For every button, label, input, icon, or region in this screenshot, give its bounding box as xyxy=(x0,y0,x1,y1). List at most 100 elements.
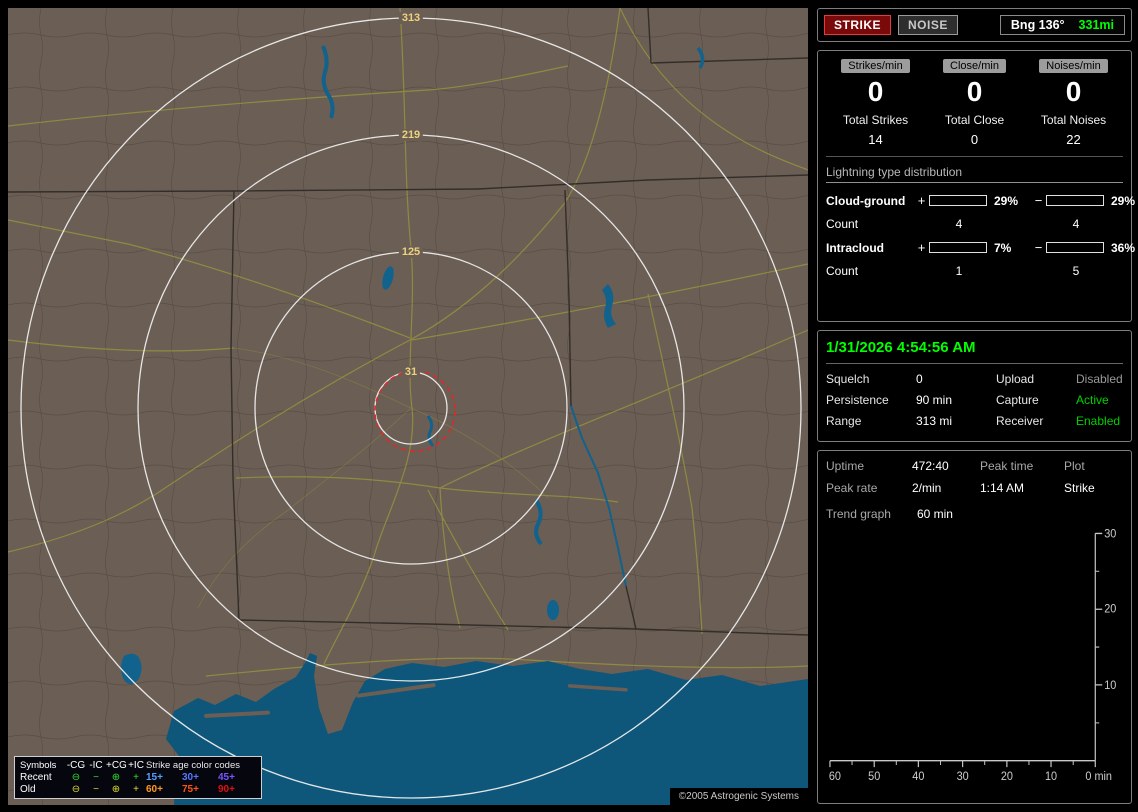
x-axis-end-label: 0 min xyxy=(1085,771,1112,783)
intracloud-label: Intracloud xyxy=(826,240,885,255)
age-code: 90+ xyxy=(218,783,235,795)
range-ring-label: 31 xyxy=(401,366,421,378)
plot-value: Strike xyxy=(1064,481,1095,495)
close-per-min-value: 0 xyxy=(966,76,983,107)
distribution-title: Lightning type distribution xyxy=(826,165,1123,183)
close-rate-column: Close/min 0 Total Close 0 xyxy=(925,59,1024,147)
y-tick-label: 30 xyxy=(1104,528,1116,540)
neg-ic-icon: − xyxy=(93,771,99,783)
x-tick-label: 50 xyxy=(868,771,880,783)
total-noises-label: Total Noises xyxy=(1040,113,1107,127)
range-ring-label: 125 xyxy=(398,246,424,258)
range-ring-label: 313 xyxy=(398,12,424,24)
trend-graph-window: 60 min xyxy=(916,507,953,521)
settings-grid: Squelch 0 Upload Disabled Persistence 90… xyxy=(826,372,1123,428)
cg-positive-bar xyxy=(929,195,987,206)
count-label: Count xyxy=(826,217,859,231)
sidebar: STRIKE NOISE Bng 136° 331mi Strikes/min … xyxy=(813,0,1138,812)
upload-label: Upload xyxy=(996,372,1035,386)
plot-label: Plot xyxy=(1064,459,1085,473)
bearing-readout: Bng 136° 331mi xyxy=(999,15,1125,35)
count-label: Count xyxy=(826,264,859,278)
squelch-label: Squelch xyxy=(826,372,870,386)
map-legend: Symbols -CG -IC +CG +IC Strike age color… xyxy=(14,756,262,799)
total-strikes-value: 14 xyxy=(868,132,883,147)
trend-graph-header: Trend graph 60 min xyxy=(826,507,1123,521)
y-minor-ticks xyxy=(1095,570,1100,724)
chart-axes xyxy=(829,533,1096,762)
rates-section: Strikes/min 0 Total Strikes 14 Close/min… xyxy=(826,59,1123,157)
cloud-ground-label: Cloud-ground xyxy=(826,193,906,208)
legend-type-header: -IC xyxy=(89,759,103,771)
cg-positive-pct: 29% xyxy=(994,193,1019,208)
peak-time-label: Peak time xyxy=(980,459,1034,473)
app-window: 313 219 125 31 Symbols -CG -IC +CG +IC S… xyxy=(0,0,1138,812)
y-tick-label: 10 xyxy=(1104,680,1116,692)
age-code: 15+ xyxy=(146,771,163,783)
legend-symbols-header: Symbols xyxy=(20,759,57,771)
mode-panel: STRIKE NOISE Bng 136° 331mi xyxy=(817,8,1132,42)
persistence-value: 90 min xyxy=(916,393,953,407)
ic-negative-bar xyxy=(1046,242,1104,253)
cg-positive-count: 4 xyxy=(955,217,963,231)
uptime-value: 472:40 xyxy=(912,459,949,473)
range-value: 313 mi xyxy=(916,414,953,428)
pos-cg-icon: ⊕ xyxy=(111,771,121,783)
divider xyxy=(826,363,1123,364)
legend-type-header: +IC xyxy=(128,759,144,771)
neg-ic-icon: − xyxy=(93,783,99,795)
status-grid: Uptime 472:40 Peak time Plot Peak rate 2… xyxy=(826,459,1123,495)
total-close-value: 0 xyxy=(970,132,979,147)
minus-sign: − xyxy=(1034,240,1043,255)
close-per-min-chip: Close/min xyxy=(943,59,1006,73)
x-major-ticks xyxy=(829,760,1096,768)
legend-row-label: Old xyxy=(20,783,36,795)
peak-time-value: 1:14 AM xyxy=(980,481,1025,495)
ic-positive-count: 1 xyxy=(955,264,963,278)
pos-ic-icon: + xyxy=(133,783,139,795)
peak-rate-value: 2/min xyxy=(912,481,942,495)
strike-button[interactable]: STRIKE xyxy=(824,15,892,35)
pos-cg-icon: ⊕ xyxy=(111,783,121,795)
total-close-label: Total Close xyxy=(944,113,1005,127)
x-tick-label: 40 xyxy=(912,771,924,783)
strikes-per-min-chip: Strikes/min xyxy=(841,59,910,73)
legend-age-header: Strike age color codes xyxy=(146,759,240,771)
receiver-status: Enabled xyxy=(1076,414,1121,428)
total-noises-value: 22 xyxy=(1066,132,1081,147)
neg-cg-icon: ⊖ xyxy=(71,783,81,795)
noise-button[interactable]: NOISE xyxy=(898,15,958,35)
ic-positive-pct: 7% xyxy=(994,240,1012,255)
squelch-value: 0 xyxy=(916,372,923,386)
age-code: 45+ xyxy=(218,771,235,783)
x-tick-label: 10 xyxy=(1045,771,1057,783)
peak-rate-label: Peak rate xyxy=(826,481,878,495)
clock-panel: 1/31/2026 4:54:56 AM Squelch 0 Upload Di… xyxy=(817,330,1132,442)
legend-type-header: -CG xyxy=(66,759,86,771)
age-code: 60+ xyxy=(146,783,163,795)
pos-ic-icon: + xyxy=(133,771,139,783)
ic-negative-count: 5 xyxy=(1072,264,1080,278)
uptime-label: Uptime xyxy=(826,459,865,473)
plus-sign: + xyxy=(917,193,926,208)
ic-negative-pct: 36% xyxy=(1111,240,1136,255)
legend-type-header: +CG xyxy=(106,759,127,771)
capture-label: Capture xyxy=(996,393,1039,407)
range-label: Range xyxy=(826,414,862,428)
range-ring-label: 219 xyxy=(398,129,424,141)
total-strikes-label: Total Strikes xyxy=(842,113,909,127)
strikes-per-min-value: 0 xyxy=(867,76,884,107)
age-code: 75+ xyxy=(182,783,199,795)
noises-per-min-chip: Noises/min xyxy=(1039,59,1108,73)
cg-negative-pct: 29% xyxy=(1111,193,1136,208)
neg-cg-icon: ⊖ xyxy=(71,771,81,783)
lightning-map[interactable]: 313 219 125 31 Symbols -CG -IC +CG +IC S… xyxy=(8,8,808,805)
legend-row-label: Recent xyxy=(20,771,52,783)
receiver-label: Receiver xyxy=(996,414,1044,428)
cg-negative-count: 4 xyxy=(1072,217,1080,231)
y-major-ticks xyxy=(1095,532,1103,686)
upload-status: Disabled xyxy=(1076,372,1123,386)
persistence-label: Persistence xyxy=(826,393,889,407)
noises-per-min-value: 0 xyxy=(1065,76,1082,107)
bearing-range-value: 331mi xyxy=(1078,18,1114,32)
